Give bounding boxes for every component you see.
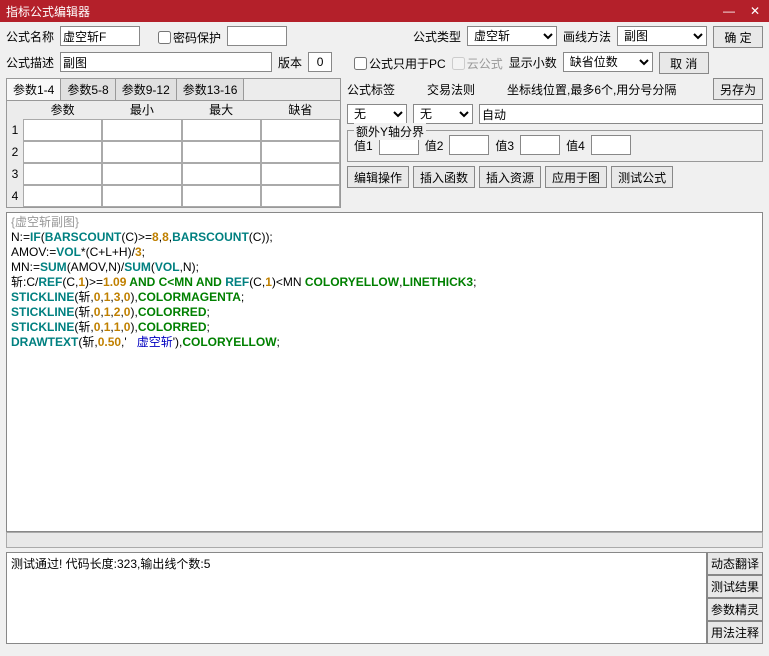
param-2-max[interactable] <box>182 141 261 163</box>
test-button[interactable]: 测试公式 <box>611 166 673 188</box>
close-icon[interactable]: ✕ <box>747 4 763 18</box>
v4-input[interactable] <box>591 135 631 155</box>
paramwiz-button[interactable]: 参数精灵 <box>707 598 763 621</box>
version-input[interactable] <box>308 52 332 72</box>
drawmethod-select[interactable]: 副图 <box>617 26 707 46</box>
bottom-panel: 测试通过! 代码长度:323,输出线个数:5 动态翻译 测试结果 参数精灵 用法… <box>6 552 763 644</box>
testres-button[interactable]: 测试结果 <box>707 575 763 598</box>
minimize-icon[interactable]: — <box>721 4 737 18</box>
param-tab-2[interactable]: 参数5-8 <box>61 79 115 100</box>
param-1-max[interactable] <box>182 119 261 141</box>
param-hdr-def: 缺省 <box>261 101 340 119</box>
tag-select[interactable]: 无 <box>347 104 407 124</box>
pconly-checkbox[interactable] <box>354 57 367 70</box>
top-row-2: 公式描述 版本 公式只用于PC 云公式 显示小数 缺省位数 取 消 <box>0 50 769 78</box>
horizontal-scrollbar[interactable] <box>6 532 763 548</box>
pwd-checkbox[interactable] <box>158 31 171 44</box>
code-editor[interactable]: {虚空斩副图} N:=IF(BARSCOUNT(C)>=8,8,BARSCOUN… <box>6 212 763 532</box>
param-tab-3[interactable]: 参数9-12 <box>116 79 177 100</box>
label-extray: 额外Y轴分界 <box>354 123 426 140</box>
param-2-def[interactable] <box>261 141 340 163</box>
rule-select[interactable]: 无 <box>413 104 473 124</box>
mid-row: 参数1-4 参数5-8 参数9-12 参数13-16 参数 最小 最大 缺省 1… <box>0 78 769 212</box>
right-mid-panel: 公式标签 交易法则 坐标线位置,最多6个,用分号分隔 另存为 无 无 额外Y轴分… <box>347 78 763 208</box>
param-hdr-name: 参数 <box>23 101 102 119</box>
cancel-button[interactable]: 取 消 <box>659 52 709 74</box>
param-3-def[interactable] <box>261 163 340 185</box>
label-v2: 值2 <box>425 137 444 154</box>
label-name: 公式名称 <box>6 26 54 46</box>
label-pconly: 公式只用于PC <box>369 55 446 72</box>
param-2-min[interactable] <box>102 141 181 163</box>
params-panel: 参数1-4 参数5-8 参数9-12 参数13-16 参数 最小 最大 缺省 1… <box>6 78 341 208</box>
param-4-def[interactable] <box>261 185 340 207</box>
extra-y-group: 额外Y轴分界 值1 值2 值3 值4 <box>347 130 763 162</box>
coord-input[interactable] <box>479 104 763 124</box>
label-v3: 值3 <box>495 137 514 154</box>
top-row-1: 公式名称 密码保护 公式类型 虚空斩 画线方法 副图 确 定 <box>0 22 769 50</box>
param-4-name[interactable] <box>23 185 102 207</box>
param-tab-4[interactable]: 参数13-16 <box>177 79 245 100</box>
param-hdr-min: 最小 <box>102 101 181 119</box>
label-version: 版本 <box>278 52 302 72</box>
dyntrans-button[interactable]: 动态翻译 <box>707 552 763 575</box>
param-tab-1[interactable]: 参数1-4 <box>7 79 61 100</box>
param-4-max[interactable] <box>182 185 261 207</box>
label-coord: 坐标线位置,最多6个,用分号分隔 <box>507 79 676 99</box>
param-3-min[interactable] <box>102 163 181 185</box>
param-1-name[interactable] <box>23 119 102 141</box>
param-3-max[interactable] <box>182 163 261 185</box>
insfn-button[interactable]: 插入函数 <box>413 166 475 188</box>
name-input[interactable] <box>60 26 140 46</box>
label-desc: 公式描述 <box>6 52 54 72</box>
insres-button[interactable]: 插入资源 <box>479 166 541 188</box>
decimals-select[interactable]: 缺省位数 <box>563 52 653 72</box>
desc-input[interactable] <box>60 52 272 72</box>
label-type: 公式类型 <box>413 26 461 46</box>
label-decimals: 显示小数 <box>509 52 557 72</box>
type-select[interactable]: 虚空斩 <box>467 26 557 46</box>
v3-input[interactable] <box>520 135 560 155</box>
usage-button[interactable]: 用法注释 <box>707 621 763 644</box>
label-rule: 交易法则 <box>427 79 475 99</box>
window-title: 指标公式编辑器 <box>6 3 90 20</box>
param-3-name[interactable] <box>23 163 102 185</box>
label-drawmethod: 画线方法 <box>563 26 611 46</box>
param-2-name[interactable] <box>23 141 102 163</box>
ok-button[interactable]: 确 定 <box>713 26 763 48</box>
label-pwd: 密码保护 <box>173 29 221 46</box>
applychart-button[interactable]: 应用于图 <box>545 166 607 188</box>
pwd-input[interactable] <box>227 26 287 46</box>
param-1-min[interactable] <box>102 119 181 141</box>
label-cloud: 云公式 <box>467 55 503 72</box>
titlebar: 指标公式编辑器 — ✕ <box>0 0 769 22</box>
param-1-def[interactable] <box>261 119 340 141</box>
v2-input[interactable] <box>449 135 489 155</box>
saveas-button[interactable]: 另存为 <box>713 78 763 100</box>
label-v4: 值4 <box>566 137 585 154</box>
param-hdr-max: 最大 <box>182 101 261 119</box>
param-4-min[interactable] <box>102 185 181 207</box>
status-output: 测试通过! 代码长度:323,输出线个数:5 <box>6 552 707 644</box>
cloud-checkbox <box>452 57 465 70</box>
editop-button[interactable]: 编辑操作 <box>347 166 409 188</box>
label-tag: 公式标签 <box>347 79 395 99</box>
